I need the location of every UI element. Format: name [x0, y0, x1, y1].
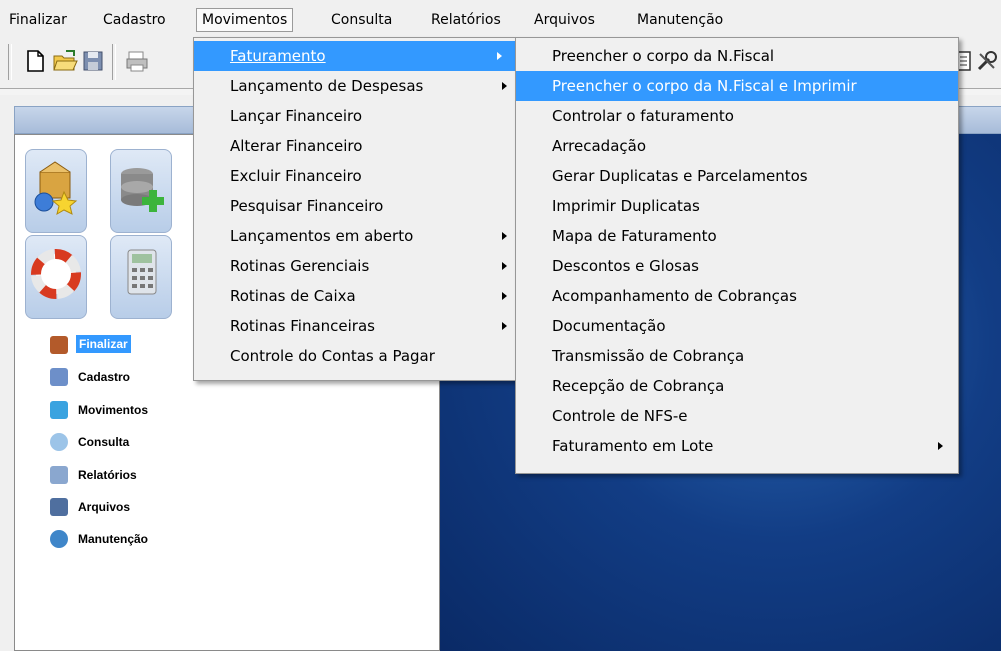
menu-item-arrecadacao[interactable]: Arrecadação	[516, 131, 958, 161]
print-icon[interactable]	[124, 48, 150, 74]
menu-item-imprimir-duplicatas[interactable]: Imprimir Duplicatas	[516, 191, 958, 221]
menu-item-transmissao-cobranca[interactable]: Transmissão de Cobrança	[516, 341, 958, 371]
menu-item-label: Lançar Financeiro	[230, 107, 362, 125]
menu-item-label: Preencher o corpo da N.Fiscal e Imprimir	[552, 77, 857, 95]
submenu-arrow-icon	[938, 442, 943, 450]
package-globe-icon[interactable]	[25, 149, 87, 233]
menu-item-lancamentos-em-aberto[interactable]: Lançamentos em aberto	[194, 221, 515, 251]
menu-item-label: Rotinas de Caixa	[230, 287, 356, 305]
menu-finalizar[interactable]: Finalizar	[4, 9, 72, 31]
menu-item-label: Excluir Financeiro	[230, 167, 362, 185]
menu-item-label: Descontos e Glosas	[552, 257, 699, 275]
menu-item-label: Controlar o faturamento	[552, 107, 734, 125]
submenu-arrow-icon	[502, 292, 507, 300]
menu-item-rotinas-gerenciais[interactable]: Rotinas Gerenciais	[194, 251, 515, 281]
menu-relatorios[interactable]: Relatórios	[426, 9, 506, 31]
toolbar-separator	[112, 44, 116, 80]
faturamento-submenu: Preencher o corpo da N.Fiscal Preencher …	[515, 37, 959, 474]
sidebar-item-label: Manutenção	[78, 532, 149, 546]
menu-item-faturamento[interactable]: Faturamento	[194, 41, 515, 71]
menu-item-controle-contas-pagar[interactable]: Controle do Contas a Pagar	[194, 341, 515, 371]
sidebar-item-consulta[interactable]: Consulta	[50, 431, 240, 455]
submenu-arrow-icon	[502, 82, 507, 90]
sidebar-item-label: Movimentos	[78, 403, 149, 417]
sidebar-item-label: Arquivos	[78, 500, 131, 514]
menu-item-label: Recepção de Cobrança	[552, 377, 725, 395]
movimentos-menu: Faturamento Lançamento de Despesas Lança…	[193, 37, 516, 381]
gears-icon	[50, 530, 68, 548]
menu-item-label: Imprimir Duplicatas	[552, 197, 700, 215]
menu-item-excluir-financeiro[interactable]: Excluir Financeiro	[194, 161, 515, 191]
menu-item-label: Rotinas Financeiras	[230, 317, 375, 335]
menu-item-recepcao-cobranca[interactable]: Recepção de Cobrança	[516, 371, 958, 401]
menu-consulta[interactable]: Consulta	[326, 9, 397, 31]
menu-item-pesquisar-financeiro[interactable]: Pesquisar Financeiro	[194, 191, 515, 221]
printer-icon	[50, 466, 68, 484]
menu-item-label: Controle do Contas a Pagar	[230, 347, 435, 365]
menu-item-label: Lançamento de Despesas	[230, 77, 424, 95]
submenu-arrow-icon	[502, 322, 507, 330]
sidebar-item-label: Consulta	[78, 435, 130, 449]
menu-item-documentacao[interactable]: Documentação	[516, 311, 958, 341]
menu-item-preencher-nf[interactable]: Preencher o corpo da N.Fiscal	[516, 41, 958, 71]
sidebar-item-label: Cadastro	[78, 370, 131, 384]
menu-item-acompanhamento-cobrancas[interactable]: Acompanhamento de Cobranças	[516, 281, 958, 311]
menu-item-preencher-nf-imprimir[interactable]: Preencher o corpo da N.Fiscal e Imprimir	[516, 71, 958, 101]
power-icon	[50, 336, 68, 354]
menu-item-label: Faturamento	[230, 47, 326, 65]
menu-item-label: Documentação	[552, 317, 666, 335]
sidebar-item-label: Relatórios	[78, 468, 137, 482]
menu-cadastro[interactable]: Cadastro	[98, 9, 171, 31]
new-document-icon[interactable]	[22, 48, 48, 74]
menu-item-label: Mapa de Faturamento	[552, 227, 717, 245]
menu-item-lancamento-despesas[interactable]: Lançamento de Despesas	[194, 71, 515, 101]
save-icon[interactable]	[80, 48, 106, 74]
menu-manutencao[interactable]: Manutenção	[632, 9, 728, 31]
sidebar-item-relatorios[interactable]: Relatórios	[50, 464, 240, 488]
sidebar-item-arquivos[interactable]: Arquivos	[50, 496, 240, 520]
open-folder-icon[interactable]	[52, 48, 78, 74]
menu-item-label: Transmissão de Cobrança	[552, 347, 745, 365]
menu-item-label: Alterar Financeiro	[230, 137, 363, 155]
menu-item-gerar-duplicatas[interactable]: Gerar Duplicatas e Parcelamentos	[516, 161, 958, 191]
menu-item-label: Lançamentos em aberto	[230, 227, 414, 245]
database-add-icon[interactable]	[110, 149, 172, 233]
tools-icon[interactable]	[974, 48, 1000, 74]
menu-item-alterar-financeiro[interactable]: Alterar Financeiro	[194, 131, 515, 161]
menu-item-label: Faturamento em Lote	[552, 437, 714, 455]
menu-item-controle-nfse[interactable]: Controle de NFS-e	[516, 401, 958, 431]
sidebar-item-manutencao[interactable]: Manutenção	[50, 528, 240, 552]
menu-item-mapa-faturamento[interactable]: Mapa de Faturamento	[516, 221, 958, 251]
menu-item-controlar-faturamento[interactable]: Controlar o faturamento	[516, 101, 958, 131]
menu-item-lancar-financeiro[interactable]: Lançar Financeiro	[194, 101, 515, 131]
sidebar-item-movimentos[interactable]: Movimentos	[50, 399, 240, 423]
menu-movimentos[interactable]: Movimentos	[196, 8, 294, 32]
menu-item-label: Controle de NFS-e	[552, 407, 688, 425]
menu-item-label: Rotinas Gerenciais	[230, 257, 370, 275]
menu-item-descontos-glosas[interactable]: Descontos e Glosas	[516, 251, 958, 281]
menu-item-label: Arrecadação	[552, 137, 646, 155]
menu-item-rotinas-de-caixa[interactable]: Rotinas de Caixa	[194, 281, 515, 311]
menu-bar: Finalizar Cadastro Movimentos Consulta R…	[0, 0, 1001, 38]
lifebuoy-icon[interactable]	[25, 235, 87, 319]
submenu-arrow-icon	[502, 232, 507, 240]
book-icon	[50, 368, 68, 386]
submenu-arrow-icon	[497, 52, 502, 60]
menu-item-label: Pesquisar Financeiro	[230, 197, 384, 215]
menu-item-faturamento-em-lote[interactable]: Faturamento em Lote	[516, 431, 958, 461]
people-icon	[50, 401, 68, 419]
submenu-arrow-icon	[502, 262, 507, 270]
menu-item-rotinas-financeiras[interactable]: Rotinas Financeiras	[194, 311, 515, 341]
sidebar-item-label: Finalizar	[76, 335, 131, 353]
magnifier-icon	[50, 433, 68, 451]
menu-item-label: Preencher o corpo da N.Fiscal	[552, 47, 775, 65]
menu-item-label: Gerar Duplicatas e Parcelamentos	[552, 167, 808, 185]
menu-arquivos[interactable]: Arquivos	[529, 9, 600, 31]
toolbar-separator	[8, 44, 12, 80]
calculator-icon[interactable]	[110, 235, 172, 319]
floppy-icon	[50, 498, 68, 516]
menu-item-label: Acompanhamento de Cobranças	[552, 287, 797, 305]
